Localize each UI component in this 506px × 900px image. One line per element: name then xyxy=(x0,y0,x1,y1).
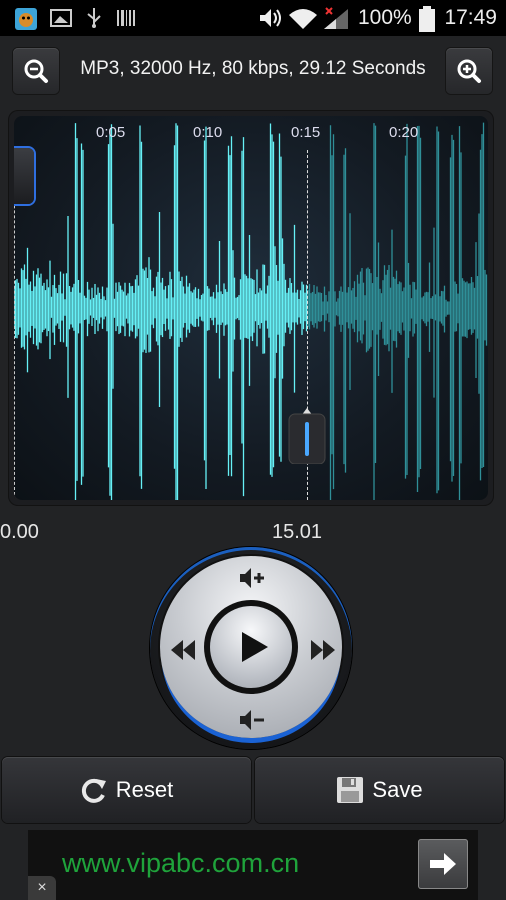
ad-banner[interactable]: www.vipabc.com.cn xyxy=(28,830,478,900)
screenshot-icon xyxy=(50,9,72,27)
save-label: Save xyxy=(372,777,423,802)
zoom-out-button[interactable] xyxy=(13,48,59,94)
ad-arrow-button[interactable] xyxy=(418,839,468,889)
fast-forward-button[interactable] xyxy=(308,636,338,664)
barcode-icon xyxy=(117,10,135,26)
waveform-view[interactable]: 0:05 0:10 0:15 0:20 xyxy=(14,116,488,500)
volume-down-button[interactable] xyxy=(236,704,272,736)
time-tick: 0:05 xyxy=(96,124,126,141)
usb-icon xyxy=(87,8,101,28)
play-button[interactable] xyxy=(210,606,292,688)
signal-icon xyxy=(324,7,348,29)
playhead-handle-icon xyxy=(288,408,326,465)
cursor-time-label: 15.01 xyxy=(272,521,323,543)
reset-button[interactable]: Reset xyxy=(2,757,251,823)
volume-up-button[interactable] xyxy=(236,562,272,594)
volume-down-icon xyxy=(240,710,264,730)
status-bar: 100% 17:49 xyxy=(0,0,506,36)
reset-icon xyxy=(81,778,106,803)
wifi-icon xyxy=(289,9,317,29)
playhead-handle[interactable] xyxy=(287,406,327,465)
battery-icon xyxy=(419,6,435,32)
rewind-button[interactable] xyxy=(168,636,198,664)
ad-text: www.vipabc.com.cn xyxy=(62,848,300,878)
ad-close-button[interactable]: × xyxy=(28,876,56,900)
rewind-icon xyxy=(171,640,195,660)
volume-icon xyxy=(260,9,281,27)
start-marker-handle[interactable] xyxy=(14,148,34,204)
play-icon xyxy=(242,632,268,662)
time-tick: 0:20 xyxy=(389,124,419,141)
save-button[interactable]: Save xyxy=(255,757,504,823)
status-time: 17:49 xyxy=(444,6,497,29)
arrow-right-icon xyxy=(430,853,456,875)
waveform xyxy=(14,122,488,500)
time-tick: 0:10 xyxy=(193,124,223,141)
volume-up-icon xyxy=(240,568,264,588)
battery-percent: 100% xyxy=(358,6,412,29)
reset-label: Reset xyxy=(115,777,174,802)
fast-forward-icon xyxy=(311,640,335,660)
file-info: MP3, 32000 Hz, 80 kbps, 29.12 Seconds xyxy=(80,58,426,79)
app-notification-icon xyxy=(15,8,37,30)
zoom-in-button[interactable] xyxy=(446,48,492,94)
zoom-out-icon xyxy=(24,59,48,83)
zoom-in-icon xyxy=(457,59,481,83)
start-time-label: 0.00 xyxy=(0,521,39,543)
time-tick: 0:15 xyxy=(291,124,321,141)
save-icon xyxy=(337,777,364,803)
